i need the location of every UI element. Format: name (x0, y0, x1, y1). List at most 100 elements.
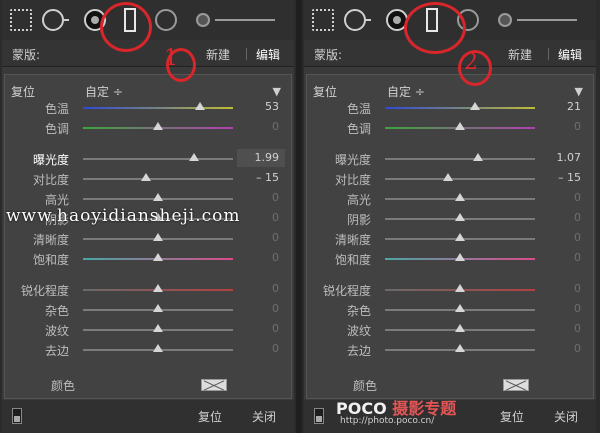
panel-toggle-switch[interactable] (314, 408, 324, 424)
slider-track[interactable] (385, 304, 535, 312)
slider-track[interactable] (385, 213, 535, 221)
reset-button[interactable]: 复位 (198, 408, 222, 425)
slider-value: 0 (272, 342, 279, 355)
slider-thumb[interactable] (455, 324, 465, 332)
slider-thumb[interactable] (455, 122, 465, 130)
slider-track[interactable] (385, 122, 535, 130)
slider-thumb[interactable] (153, 193, 163, 201)
slider-track[interactable] (385, 173, 535, 181)
collapse-triangle-icon[interactable]: ▼ (575, 85, 583, 98)
slider-thumb[interactable] (470, 102, 480, 110)
slider-row[interactable]: 去边 0 (5, 341, 291, 359)
slider-track[interactable] (385, 233, 535, 241)
slider-track[interactable] (385, 324, 535, 332)
close-button[interactable]: 关闭 (252, 408, 276, 425)
slider-track[interactable] (83, 304, 233, 312)
slider-thumb[interactable] (455, 253, 465, 261)
collapse-triangle-icon[interactable]: ▼ (273, 85, 281, 98)
slider-row[interactable]: 清晰度 0 (5, 230, 291, 248)
slider-row[interactable]: 清晰度 0 (307, 230, 593, 248)
slider-thumb[interactable] (195, 102, 205, 110)
slider-row[interactable]: 锐化程度 0 (5, 281, 291, 299)
slider-thumb[interactable] (153, 253, 163, 261)
radial-filter-icon[interactable] (155, 9, 177, 31)
mask-new-button[interactable]: 新建 (508, 46, 532, 63)
mask-separator (548, 48, 549, 60)
slider-row[interactable]: 饱和度 0 (307, 250, 593, 268)
slider-thumb[interactable] (455, 304, 465, 312)
slider-track[interactable] (83, 122, 233, 130)
slider-track[interactable] (83, 324, 233, 332)
effect-preset-select[interactable]: 自定 ÷ (387, 83, 425, 100)
spot-removal-icon[interactable] (42, 9, 69, 31)
slider-track[interactable] (83, 344, 233, 352)
slider-track[interactable] (385, 253, 535, 261)
slider-row[interactable]: 波纹 0 (307, 321, 593, 339)
slider-row[interactable]: 高光 0 (307, 190, 593, 208)
slider-track[interactable] (385, 284, 535, 292)
slider-value: 0 (574, 231, 581, 244)
slider-thumb[interactable] (153, 284, 163, 292)
slider-row[interactable]: 波纹 0 (5, 321, 291, 339)
slider-thumb[interactable] (189, 153, 199, 161)
slider-track[interactable] (385, 344, 535, 352)
crop-grid-icon[interactable] (312, 9, 334, 31)
slider-thumb[interactable] (153, 122, 163, 130)
slider-row[interactable]: 对比度 – 15 (307, 170, 593, 188)
slider-label: 清晰度 (32, 233, 69, 247)
mask-separator (246, 48, 247, 60)
slider-row[interactable]: 曝光度 1.99 (5, 149, 291, 168)
mask-edit-button[interactable]: 编辑 (256, 46, 280, 63)
spot-removal-icon[interactable] (344, 9, 371, 31)
slider-thumb[interactable] (153, 324, 163, 332)
slider-track[interactable] (83, 153, 233, 161)
slider-thumb[interactable] (153, 233, 163, 241)
slider-row[interactable]: 曝光度 1.07 (307, 150, 593, 168)
slider-row[interactable]: 对比度 – 15 (5, 170, 291, 188)
slider-track[interactable] (385, 102, 535, 110)
slider-row[interactable]: 饱和度 0 (5, 250, 291, 268)
mask-label: 蒙版: (314, 48, 343, 62)
slider-value: 0 (272, 302, 279, 315)
color-swatch[interactable] (503, 379, 529, 391)
slider-thumb[interactable] (473, 153, 483, 161)
slider-row[interactable]: 色调 0 (307, 119, 593, 137)
slider-thumb[interactable] (455, 284, 465, 292)
slider-track[interactable] (83, 193, 233, 201)
slider-thumb[interactable] (141, 173, 151, 181)
slider-thumb[interactable] (455, 233, 465, 241)
slider-thumb[interactable] (455, 193, 465, 201)
mask-new-button[interactable]: 新建 (206, 46, 230, 63)
slider-row[interactable]: 阴影 0 (307, 210, 593, 228)
slider-track[interactable] (83, 233, 233, 241)
slider-track[interactable] (83, 284, 233, 292)
reset-button[interactable]: 复位 (500, 408, 524, 425)
slider-thumb[interactable] (455, 213, 465, 221)
crop-grid-icon[interactable] (10, 9, 32, 31)
effect-preset-select[interactable]: 自定 ÷ (85, 83, 123, 100)
slider-thumb[interactable] (443, 173, 453, 181)
slider-row[interactable]: 锐化程度 0 (307, 281, 593, 299)
slider-row[interactable]: 色调 0 (5, 119, 291, 137)
slider-row[interactable]: 色温 21 (307, 99, 593, 117)
adjustment-brush-icon[interactable] (498, 13, 512, 27)
slider-track[interactable] (83, 253, 233, 261)
slider-value: 0 (272, 322, 279, 335)
slider-row[interactable]: 杂色 0 (5, 301, 291, 319)
slider-track[interactable] (385, 153, 535, 161)
slider-value: 0 (574, 322, 581, 335)
slider-row[interactable]: 去边 0 (307, 341, 593, 359)
slider-track[interactable] (83, 173, 233, 181)
slider-row[interactable]: 杂色 0 (307, 301, 593, 319)
close-button[interactable]: 关闭 (554, 408, 578, 425)
slider-track[interactable] (385, 193, 535, 201)
slider-thumb[interactable] (455, 344, 465, 352)
slider-thumb[interactable] (153, 304, 163, 312)
panel-toggle-switch[interactable] (12, 408, 22, 424)
adjustment-brush-icon[interactable] (196, 13, 210, 27)
slider-track[interactable] (83, 102, 233, 110)
color-swatch[interactable] (201, 379, 227, 391)
slider-row[interactable]: 色温 53 (5, 99, 291, 117)
mask-edit-button[interactable]: 编辑 (558, 46, 582, 63)
slider-thumb[interactable] (153, 344, 163, 352)
